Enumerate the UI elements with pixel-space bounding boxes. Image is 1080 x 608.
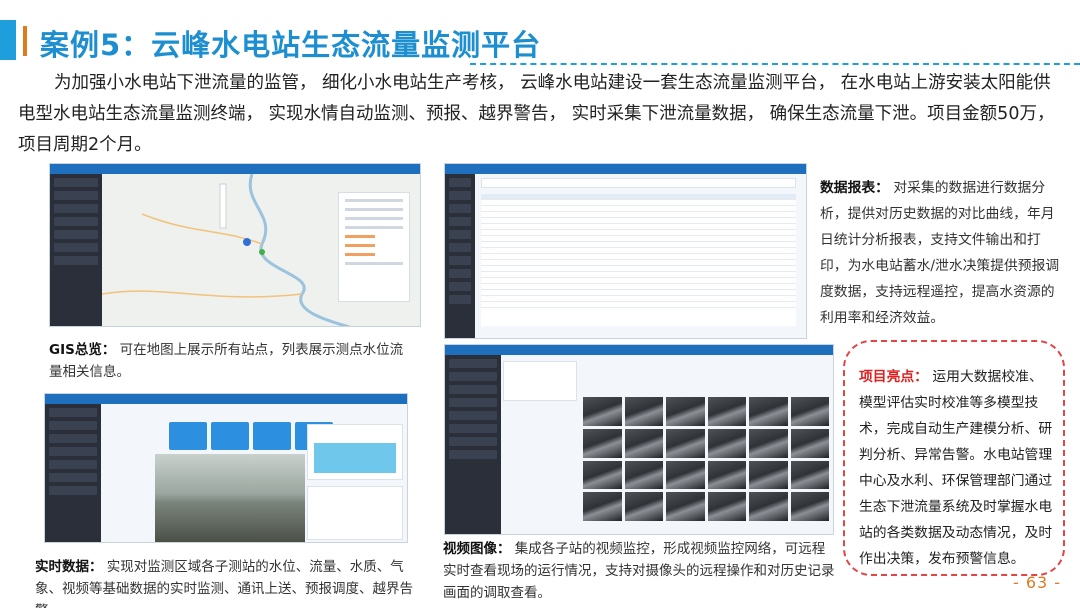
gis-caption-label: GIS总览： bbox=[49, 342, 116, 358]
report-caption: 数据报表： 对采集的数据进行数据分析，提供对历史数据的对比曲线，年月日统计分析报… bbox=[820, 175, 1060, 331]
video-thumbnail-grid bbox=[583, 397, 829, 521]
video-caption: 视频图像： 集成各子站的视频监控，形成视频监控网络，可远程实时查看现场的运行情况… bbox=[443, 538, 838, 604]
data-report-screenshot bbox=[444, 163, 807, 339]
page-number: - 63 - bbox=[1013, 573, 1062, 592]
title-accent-bar bbox=[23, 26, 27, 56]
app-header-bar bbox=[445, 164, 806, 174]
app-sidebar bbox=[50, 174, 102, 326]
project-highlight-box: 项目亮点： 运用大数据校准、模型评估实时校准等多模型技术，完成自动生产建模分析、… bbox=[843, 340, 1065, 576]
title-accent-block bbox=[0, 20, 16, 60]
gis-caption: GIS总览： 可在地图上展示所有站点，列表展示测点水位流量相关信息。 bbox=[49, 339, 409, 383]
river-photo bbox=[155, 454, 305, 542]
station-info-panel bbox=[338, 192, 410, 302]
report-filter-bar bbox=[481, 178, 796, 188]
title-bar: 案例5：云峰水电站生态流量监测平台 bbox=[0, 18, 1080, 65]
app-sidebar bbox=[445, 355, 501, 534]
app-header-bar bbox=[50, 164, 420, 174]
video-caption-label: 视频图像： bbox=[443, 541, 511, 557]
camera-list bbox=[503, 361, 577, 401]
video-image-screenshot bbox=[444, 344, 834, 535]
realtime-caption: 实时数据： 实现对监测区域各子测站的水位、流量、水质、气象、视频等基础数据的实时… bbox=[35, 556, 425, 608]
map-view bbox=[101, 173, 420, 326]
report-table bbox=[481, 194, 796, 326]
intro-paragraph: 为加强小水电站下泄流量的监管， 细化小水电站生产考核， 云峰水电站建设一套生态流… bbox=[18, 73, 1055, 155]
app-header-bar bbox=[45, 394, 407, 404]
water-level-chart bbox=[307, 424, 403, 480]
realtime-caption-label: 实时数据： bbox=[35, 559, 103, 575]
highlight-label: 项目亮点： bbox=[859, 369, 928, 385]
gis-overview-screenshot bbox=[49, 163, 421, 327]
realtime-data-screenshot bbox=[44, 393, 408, 543]
report-caption-text: 对采集的数据进行数据分析，提供对历史数据的对比曲线，年月日统计分析报表，支持文件… bbox=[820, 180, 1060, 326]
report-caption-label: 数据报表： bbox=[820, 180, 889, 196]
highlight-text-block: 项目亮点： 运用大数据校准、模型评估实时校准等多模型技术，完成自动生产建模分析、… bbox=[859, 364, 1055, 572]
app-sidebar bbox=[445, 174, 475, 338]
highlight-text: 运用大数据校准、模型评估实时校准等多模型技术，完成自动生产建模分析、研判分析、异… bbox=[859, 369, 1053, 567]
title-divider bbox=[470, 63, 1080, 65]
flow-chart bbox=[307, 486, 403, 540]
page-title: 案例5：云峰水电站生态流量监测平台 bbox=[40, 28, 542, 62]
app-sidebar bbox=[45, 404, 101, 542]
app-header-bar bbox=[445, 345, 833, 355]
metric-cards bbox=[169, 422, 333, 450]
